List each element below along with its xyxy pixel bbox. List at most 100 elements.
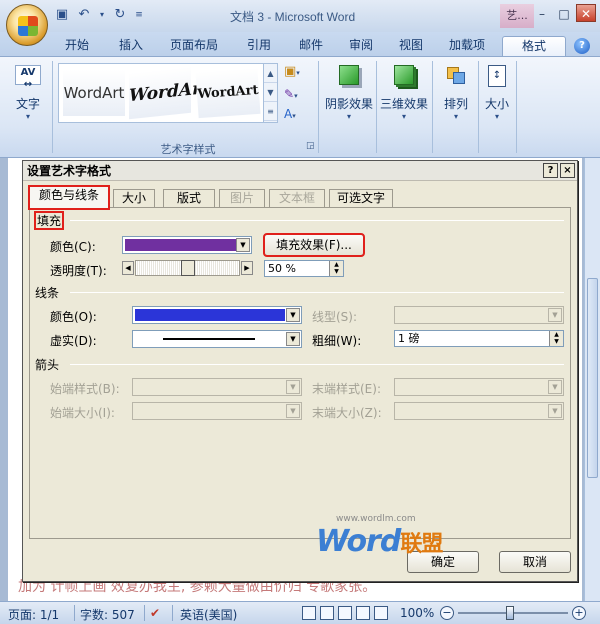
dialog-close-button[interactable]: ×: [560, 163, 575, 178]
end-size-dropdown: ▼: [394, 402, 564, 420]
3d-effects-button[interactable]: 三维效果 ▾: [378, 65, 430, 121]
tab-addins[interactable]: 加载项: [446, 36, 488, 56]
size-button[interactable]: ↕ 大小 ▾: [482, 65, 512, 121]
weight-input[interactable]: 1 磅 ▲ ▼: [394, 330, 564, 347]
undo-icon[interactable]: ↶: [76, 7, 92, 23]
word-count[interactable]: 字数: 507: [80, 606, 135, 623]
save-icon[interactable]: ▣: [54, 7, 70, 23]
fill-effects-button[interactable]: 填充效果(F)...: [263, 233, 365, 257]
line-section-label: 线条: [35, 286, 60, 300]
undo-dropdown-icon[interactable]: ▾: [98, 7, 106, 23]
transparency-value: 50 %: [268, 262, 296, 275]
group-launcher-icon[interactable]: ◲: [306, 141, 315, 151]
office-button[interactable]: [6, 4, 48, 46]
tab-page-layout[interactable]: 页面布局: [168, 36, 220, 56]
shadow-effects-button[interactable]: 阴影效果 ▾: [324, 65, 374, 121]
tab-mailings[interactable]: 邮件: [296, 36, 326, 56]
weight-label: 粗细(W):: [312, 334, 362, 348]
zoom-out-icon[interactable]: −: [440, 606, 454, 620]
web-layout-icon[interactable]: [338, 606, 352, 620]
tab-layout[interactable]: 版式: [163, 189, 215, 208]
zoom-slider-thumb[interactable]: [506, 606, 514, 620]
page-indicator[interactable]: 页面: 1/1: [8, 606, 59, 623]
divider: [70, 220, 564, 221]
tab-size[interactable]: 大小: [113, 189, 155, 208]
fill-color-dropdown[interactable]: ▼: [122, 236, 252, 254]
arrange-label: 排列: [443, 97, 468, 111]
ribbon-separator: [516, 61, 517, 153]
scroll-thumb[interactable]: [587, 278, 598, 478]
wordart-style-1[interactable]: WordArt: [63, 70, 125, 116]
print-layout-icon[interactable]: [302, 606, 316, 620]
begin-size-label: 始端大小(I):: [50, 406, 115, 420]
chevron-down-icon[interactable]: ▼: [236, 238, 250, 252]
tab-alt-text[interactable]: 可选文字: [329, 189, 393, 208]
transparency-slider[interactable]: [135, 260, 240, 276]
tab-color-lines[interactable]: 颜色与线条: [28, 185, 110, 210]
minimize-icon[interactable]: –: [532, 4, 552, 22]
chevron-down-icon: ▼: [548, 380, 562, 394]
close-window-icon[interactable]: ✕: [576, 4, 596, 22]
slider-right-icon[interactable]: ▶: [241, 261, 253, 275]
chevron-down-icon: ▾: [401, 112, 406, 121]
begin-style-label: 始端样式(B):: [50, 382, 120, 396]
spin-icon[interactable]: ▲ ▼: [329, 261, 343, 276]
chevron-down-icon[interactable]: ▼: [286, 332, 300, 346]
dash-dropdown[interactable]: ▼: [132, 330, 302, 348]
maximize-icon[interactable]: □: [554, 4, 574, 22]
weight-value: 1 磅: [398, 332, 420, 345]
gallery-scroll[interactable]: ▲ ▼ ≡: [263, 64, 277, 122]
arrange-button[interactable]: 排列 ▾: [436, 65, 476, 121]
proofing-icon[interactable]: ✔: [150, 606, 160, 620]
title-bar: ▣ ↶ ▾ ↻ ≡ 文档 3 - Microsoft Word 艺... – □…: [0, 0, 600, 46]
chevron-down-icon[interactable]: ▼: [286, 308, 300, 322]
transparency-input[interactable]: 50 % ▲ ▼: [264, 260, 344, 277]
tab-textbox: 文本框: [269, 189, 325, 208]
language-indicator[interactable]: 英语(美国): [180, 606, 237, 623]
tab-home[interactable]: 开始: [62, 36, 92, 56]
transparency-label: 透明度(T):: [50, 264, 107, 278]
slider-thumb[interactable]: [180, 260, 195, 276]
help-icon[interactable]: ?: [574, 38, 590, 54]
divider: [70, 364, 564, 365]
full-screen-reading-icon[interactable]: [320, 606, 334, 620]
tab-format[interactable]: 格式: [502, 36, 566, 56]
dialog-help-button[interactable]: ?: [543, 163, 558, 178]
chevron-down-icon: ▾: [25, 112, 30, 121]
redo-icon[interactable]: ↻: [112, 7, 128, 23]
begin-style-dropdown: ▼: [132, 378, 302, 396]
watermark-url: www.wordlm.com: [336, 514, 416, 524]
text-button[interactable]: AV ↔ 文字 ▾: [10, 65, 46, 121]
zoom-in-icon[interactable]: +: [572, 606, 586, 620]
cancel-button[interactable]: 取消: [499, 551, 571, 573]
divider: [172, 605, 173, 621]
shape-fill-icon[interactable]: ▣▾: [284, 65, 306, 79]
tab-review[interactable]: 审阅: [346, 36, 376, 56]
slider-left-icon[interactable]: ◀: [122, 261, 134, 275]
fill-color-label: 颜色(C):: [50, 240, 96, 254]
shape-outline-icon[interactable]: ✎▾: [284, 87, 306, 101]
watermark-brand-suffix: 联盟: [400, 532, 443, 557]
color-lines-panel: 填充 颜色(C): ▼ 填充效果(F)... 透明度(T): ◀ ▶ 50 % …: [29, 207, 571, 539]
scroll-up-icon[interactable]: ▲: [264, 64, 277, 83]
tab-view[interactable]: 视图: [396, 36, 426, 56]
tab-references[interactable]: 引用: [244, 36, 274, 56]
customize-qat-icon[interactable]: ≡: [134, 7, 144, 23]
vertical-scrollbar[interactable]: [584, 158, 600, 601]
outline-view-icon[interactable]: [356, 606, 370, 620]
wordart-style-2[interactable]: WordArt: [129, 66, 209, 120]
ribbon-separator: [478, 61, 479, 153]
change-shape-icon[interactable]: A▾: [284, 107, 306, 121]
spin-icon[interactable]: ▲ ▼: [549, 331, 563, 346]
dash-line-sample: [163, 338, 255, 340]
divider: [70, 292, 564, 293]
zoom-level[interactable]: 100%: [400, 606, 434, 620]
status-bar: 页面: 1/1 字数: 507 ✔ 英语(美国) 100% − +: [0, 601, 600, 624]
draft-view-icon[interactable]: [374, 606, 388, 620]
office-logo-icon: [18, 16, 38, 36]
line-color-dropdown[interactable]: ▼: [132, 306, 302, 324]
scroll-down-icon[interactable]: ▼: [264, 83, 277, 102]
gallery-more-icon[interactable]: ≡: [264, 102, 277, 121]
wordart-style-3[interactable]: WordArt: [195, 67, 261, 119]
tab-insert[interactable]: 插入: [116, 36, 146, 56]
